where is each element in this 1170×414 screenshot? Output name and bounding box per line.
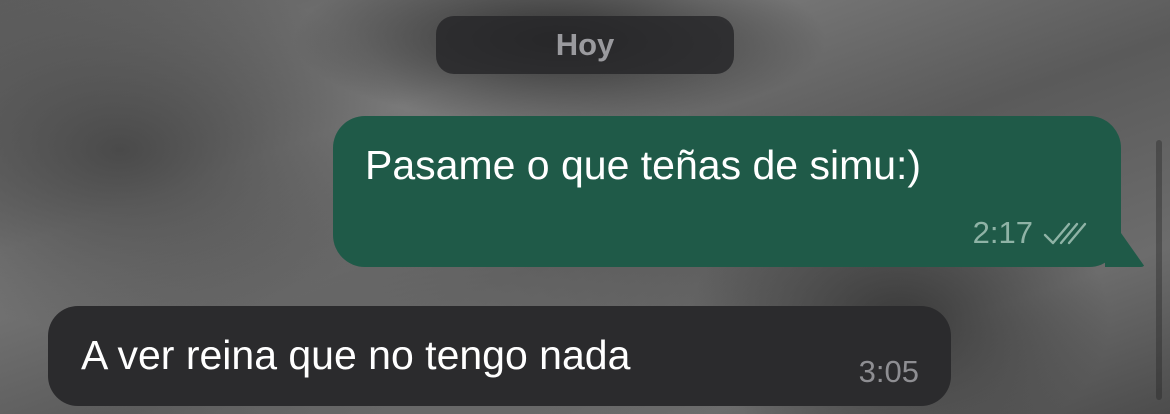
message-time: 2:17 <box>972 215 1033 250</box>
message-meta: 2:17 <box>973 215 1089 251</box>
date-separator: Hoy <box>436 16 734 74</box>
date-separator-label: Hoy <box>555 27 615 62</box>
scroll-indicator[interactable] <box>1156 140 1162 400</box>
bubble-tail <box>1105 233 1145 267</box>
message-time: 3:05 <box>858 354 919 389</box>
incoming-message-bubble[interactable]: A ver reina que no tengo nada 3:05 <box>48 306 951 406</box>
message-text: A ver reina que no tengo nada <box>81 332 631 378</box>
message-text: Pasame o que teñas de simu:) <box>365 142 922 188</box>
chat-view[interactable]: Hoy Pasame o que teñas de simu:) 2:17 A … <box>0 0 1170 414</box>
double-check-icon <box>1043 220 1089 246</box>
outgoing-message-bubble[interactable]: Pasame o que teñas de simu:) 2:17 <box>333 116 1121 267</box>
